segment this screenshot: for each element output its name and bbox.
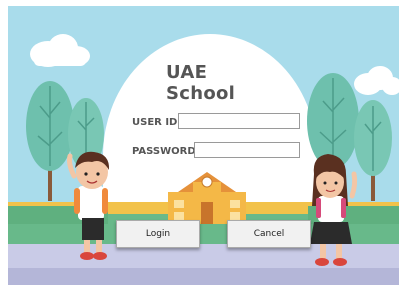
user-id-field[interactable]: [178, 113, 300, 129]
login-button[interactable]: Login: [116, 220, 200, 248]
cancel-button[interactable]: Cancel: [227, 220, 311, 248]
password-field[interactable]: [194, 142, 300, 158]
user-id-label: USER ID :: [132, 117, 185, 128]
page-title: UAE School: [166, 62, 236, 104]
login-screen: UAE School USER ID : PASSWORD : Login Ca…: [8, 6, 399, 285]
password-label: PASSWORD :: [132, 146, 204, 157]
